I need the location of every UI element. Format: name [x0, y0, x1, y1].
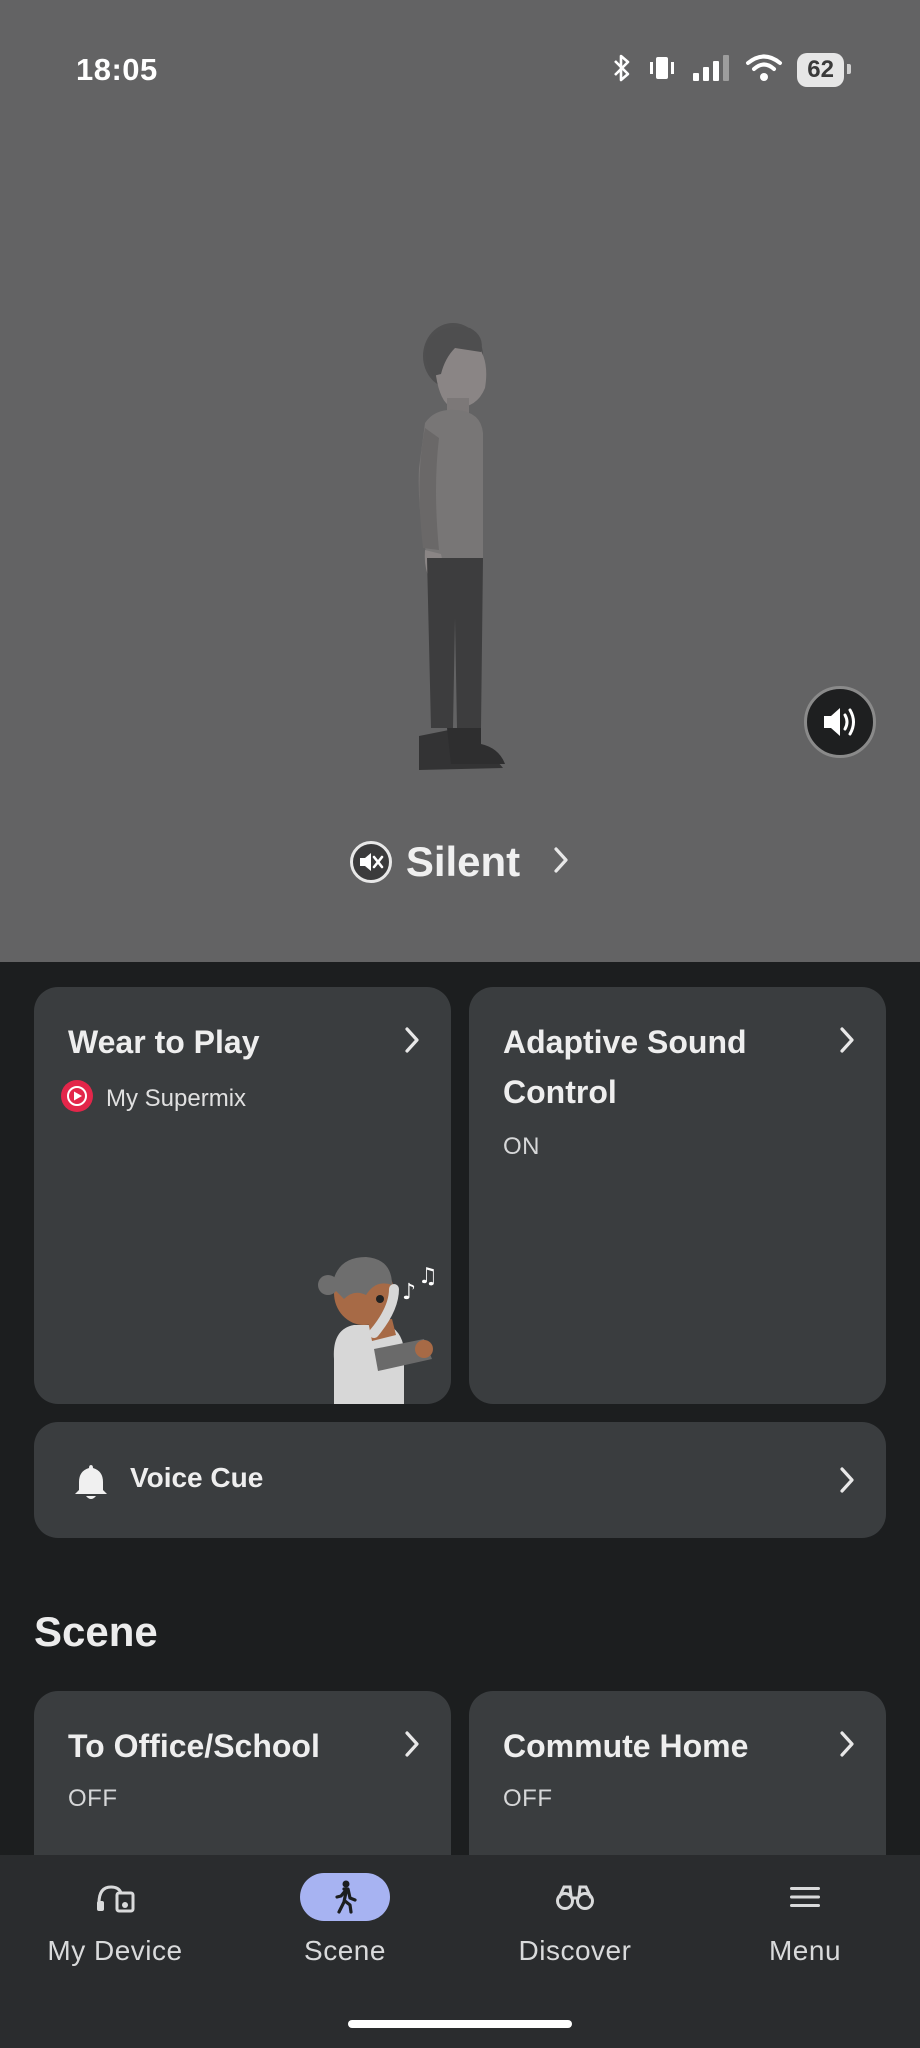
svg-text:♫: ♫	[418, 1264, 438, 1289]
signal-icon	[691, 53, 731, 88]
nav-scene-pill	[300, 1873, 390, 1921]
nav-discover[interactable]: Discover	[460, 1873, 690, 1967]
nav-menu[interactable]: Menu	[690, 1873, 920, 1967]
status-time: 18:05	[76, 52, 158, 87]
scene-card-status: OFF	[503, 1785, 553, 1812]
bluetooth-icon	[611, 53, 633, 88]
voice-cue-label: Voice Cue	[130, 1462, 264, 1493]
scene-card-title: To Office/School	[68, 1728, 320, 1764]
nav-scene-label: Scene	[304, 1935, 386, 1966]
bell-icon	[74, 1462, 108, 1507]
battery-icon: 62	[797, 53, 851, 87]
standing-person-illustration	[395, 318, 525, 778]
walking-person-icon	[335, 1880, 357, 1914]
wifi-icon	[745, 53, 783, 88]
chevron-right-icon	[403, 1729, 421, 1764]
listening-person-illustration: ♪ ♫	[314, 1249, 444, 1404]
music-source-row: My Supermix	[60, 1079, 246, 1118]
chevron-right-icon	[838, 1729, 856, 1764]
speaker-volume-button[interactable]	[804, 686, 876, 758]
silent-mode-icon	[349, 841, 392, 883]
svg-text:♪: ♪	[402, 1280, 416, 1305]
hero-area: 18:05 62 Silent	[0, 0, 920, 962]
scene-card-title: Commute Home	[503, 1728, 749, 1764]
youtube-music-icon	[60, 1079, 94, 1118]
scene-section-heading: Scene	[34, 1608, 158, 1655]
music-source-label: My Supermix	[106, 1084, 247, 1112]
nav-discover-label: Discover	[518, 1935, 632, 1966]
headphones-speaker-icon	[97, 1885, 135, 1913]
nav-discover-pill	[530, 1873, 620, 1921]
sound-mode-label: Silent	[405, 838, 521, 885]
adaptive-sound-status: ON	[503, 1133, 540, 1160]
binoculars-icon	[556, 1885, 594, 1910]
nav-scene[interactable]: Scene	[230, 1873, 460, 1967]
home-indicator-bar[interactable]	[348, 2020, 572, 2028]
adaptive-sound-control-card[interactable]: Adaptive Sound Control ON	[469, 987, 886, 1404]
wear-to-play-title: Wear to Play	[68, 1024, 260, 1060]
status-icons: 62	[611, 53, 851, 88]
adaptive-sound-title-line1: Adaptive Sound	[503, 1024, 747, 1060]
wear-to-play-card[interactable]: Wear to Play My Supermix ♪ ♫	[34, 987, 451, 1404]
nav-my-device[interactable]: My Device	[0, 1873, 230, 1967]
chevron-right-icon	[838, 1025, 856, 1060]
nav-my-device-pill	[70, 1873, 160, 1921]
sound-mode-selector[interactable]: Silent	[0, 838, 920, 886]
nav-menu-label: Menu	[768, 1935, 842, 1966]
chevron-right-icon	[403, 1025, 421, 1060]
adaptive-sound-title: Adaptive Sound Control	[503, 1017, 747, 1117]
status-bar: 18:05 62	[76, 48, 851, 92]
speaker-icon	[824, 708, 855, 736]
hamburger-icon	[790, 1887, 820, 1907]
vibrate-icon	[647, 54, 677, 87]
nav-my-device-label: My Device	[47, 1935, 183, 1966]
chevron-right-icon	[838, 1465, 856, 1500]
voice-cue-row[interactable]: Voice Cue	[34, 1422, 886, 1538]
nav-menu-pill	[760, 1873, 850, 1921]
adaptive-sound-title-line2: Control	[503, 1074, 617, 1110]
chevron-right-icon	[552, 845, 570, 880]
scene-card-status: OFF	[68, 1785, 118, 1812]
